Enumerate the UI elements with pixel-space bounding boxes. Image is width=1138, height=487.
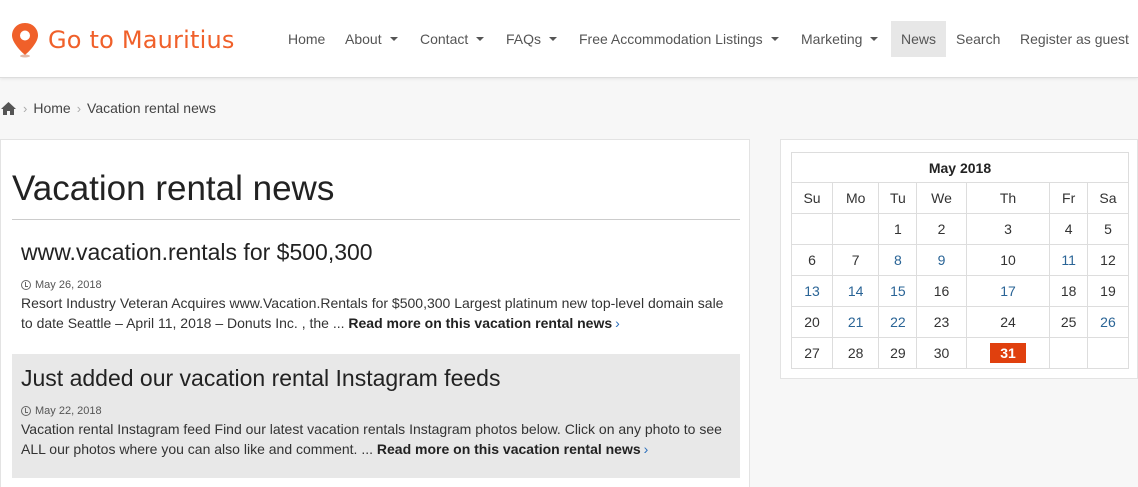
caret-down-icon <box>549 37 558 42</box>
calendar-day: 3 <box>965 213 1051 245</box>
calendar-day[interactable]: 13 <box>790 275 834 307</box>
calendar-empty-cell <box>790 213 834 245</box>
logo-text: Go to Mauritius <box>48 26 235 54</box>
calendar-day-today[interactable]: 31 <box>965 337 1051 369</box>
clock-icon <box>21 406 31 416</box>
calendar-day: 28 <box>832 337 880 369</box>
calendar-day: 10 <box>965 244 1051 276</box>
calendar-day[interactable]: 17 <box>965 275 1051 307</box>
calendar-empty-cell <box>1086 337 1130 369</box>
calendar: May 2018 Su Mo Tu We Th Fr Sa 1234567891… <box>790 152 1130 369</box>
calendar-day: 24 <box>965 306 1051 338</box>
nav-contact[interactable]: Contact <box>420 21 485 57</box>
caret-down-icon <box>870 37 879 42</box>
chevron-right-icon: › <box>23 100 28 116</box>
calendar-day: 6 <box>790 244 834 276</box>
read-more-link[interactable]: Read more on this vacation rental news › <box>377 441 648 457</box>
site-header: Go to Mauritius Home About Contact FAQs … <box>0 0 1138 78</box>
calendar-day: 29 <box>878 337 918 369</box>
caret-down-icon <box>770 37 779 42</box>
calendar-day: 4 <box>1049 213 1088 245</box>
calendar-empty-cell <box>832 213 880 245</box>
breadcrumb-home[interactable]: Home <box>33 100 70 116</box>
calendar-day: 7 <box>832 244 880 276</box>
calendar-day: 23 <box>916 306 967 338</box>
nav-home[interactable]: Home <box>288 21 325 57</box>
post-excerpt: Resort Industry Veteran Acquires www.Vac… <box>21 295 724 331</box>
calendar-empty-cell <box>1049 337 1088 369</box>
calendar-weekday: We <box>916 182 967 214</box>
home-icon[interactable] <box>0 101 17 116</box>
chevron-right-icon: › <box>615 315 620 331</box>
news-post: Just added our vacation rental Instagram… <box>12 354 740 478</box>
calendar-caption: May 2018 <box>791 152 1129 182</box>
calendar-day: 2 <box>916 213 967 245</box>
calendar-day: 18 <box>1049 275 1088 307</box>
calendar-week-row: 20 21 22 23 24 25 26 <box>790 306 1130 338</box>
calendar-day[interactable]: 15 <box>878 275 918 307</box>
calendar-day[interactable]: 21 <box>832 306 880 338</box>
calendar-day[interactable]: 9 <box>916 244 967 276</box>
calendar-weekday: Su <box>790 182 834 214</box>
clock-icon <box>21 280 31 290</box>
post-excerpt: Vacation rental Instagram feed Find our … <box>21 421 722 457</box>
post-title[interactable]: Just added our vacation rental Instagram… <box>21 364 731 392</box>
caret-down-icon <box>389 37 398 42</box>
calendar-day: 30 <box>916 337 967 369</box>
news-post: www.vacation.rentals for $500,300 May 26… <box>12 238 740 352</box>
title-divider <box>12 219 740 220</box>
site-logo[interactable]: Go to Mauritius <box>10 22 235 58</box>
calendar-weekday: Mo <box>832 182 880 214</box>
calendar-day: 12 <box>1086 244 1130 276</box>
calendar-weekday: Th <box>965 182 1051 214</box>
calendar-day: 16 <box>916 275 967 307</box>
nav-search[interactable]: Search <box>956 21 1000 57</box>
calendar-week-row: 6 7 8 9 10 11 12 <box>790 244 1130 276</box>
calendar-week-row: 13 14 15 16 17 18 19 <box>790 275 1130 307</box>
calendar-day[interactable]: 26 <box>1086 306 1130 338</box>
chevron-right-icon: › <box>643 441 649 457</box>
calendar-grid: 1 2 3 4 5 6 7 8 9 10 11 12 13 14 15 16 17 18 19 20 21 22 23 24 2… <box>790 213 1130 369</box>
calendar-weekday: Tu <box>878 182 918 214</box>
caret-down-icon <box>476 37 485 42</box>
calendar-weekday: Fr <box>1049 182 1088 214</box>
chevron-right-icon: › <box>76 100 82 116</box>
calendar-weekday-row: Su Mo Tu We Th Fr Sa <box>790 182 1130 214</box>
calendar-panel: May 2018 Su Mo Tu We Th Fr Sa 1234567891… <box>780 139 1138 379</box>
nav-marketing[interactable]: Marketing <box>801 21 879 57</box>
nav-register-as-guest[interactable]: Register as guest <box>1020 21 1129 57</box>
nav-faqs[interactable]: FAQs <box>506 21 558 57</box>
nav-about[interactable]: About <box>345 21 398 57</box>
calendar-day[interactable]: 22 <box>878 306 918 338</box>
calendar-weekday: Sa <box>1086 182 1130 214</box>
calendar-day[interactable]: 8 <box>878 244 918 276</box>
post-date: May 26, 2018 <box>21 279 731 291</box>
calendar-day[interactable]: 14 <box>832 275 880 307</box>
calendar-day[interactable]: 11 <box>1049 244 1088 276</box>
calendar-day: 1 <box>878 213 918 245</box>
nav-news[interactable]: News <box>891 21 947 57</box>
news-panel: Vacation rental news www.vacation.rental… <box>0 139 750 487</box>
calendar-day: 20 <box>790 306 834 338</box>
page-title: Vacation rental news <box>12 169 335 208</box>
post-date: May 22, 2018 <box>21 405 731 417</box>
breadcrumb: › Home › Vacation rental news <box>0 98 216 118</box>
calendar-week-row: 27 28 29 30 31 <box>790 337 1130 369</box>
read-more-link[interactable]: Read more on this vacation rental news › <box>348 315 619 331</box>
post-title[interactable]: www.vacation.rentals for $500,300 <box>21 238 731 266</box>
calendar-week-row: 12345 <box>790 213 1130 245</box>
nav-free-accommodation-listings[interactable]: Free Accommodation Listings <box>579 21 779 57</box>
calendar-day: 19 <box>1086 275 1130 307</box>
calendar-day: 27 <box>790 337 834 369</box>
calendar-day: 25 <box>1049 306 1088 338</box>
map-pin-icon <box>12 23 38 58</box>
calendar-day: 5 <box>1086 213 1130 245</box>
breadcrumb-current: Vacation rental news <box>87 100 216 116</box>
